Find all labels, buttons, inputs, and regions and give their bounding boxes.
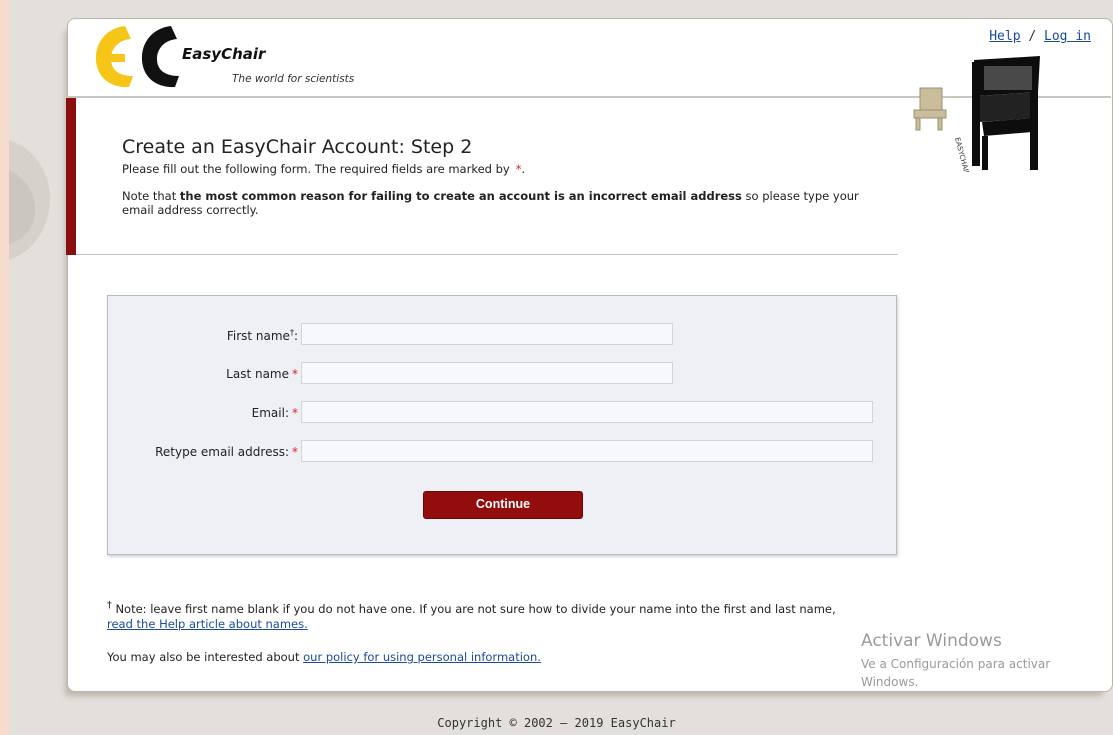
email-warning: Note that the most common reason for fai… <box>122 189 882 217</box>
first-name-label-text: First name <box>226 329 290 343</box>
registration-form: First name†: Last name * Email: * Retype e… <box>107 295 897 555</box>
warning-prefix: Note that <box>122 189 180 203</box>
intro-divider <box>76 254 898 255</box>
first-name-footnote: † Note: leave first name blank if you do… <box>107 598 1007 632</box>
retype-email-label-text: Retype email address: <box>155 445 289 459</box>
intro-text: Please fill out the following form. The … <box>122 162 882 230</box>
required-note-text: Please fill out the following form. The … <box>122 162 510 176</box>
copyright: Copyright © 2002 – 2019 EasyChair <box>437 716 676 730</box>
last-name-input[interactable] <box>301 362 673 384</box>
warning-bold: the most common reason for failing to cr… <box>179 189 742 203</box>
watermark-subtitle: Ve a Configuración para activar Windows. <box>861 657 1051 689</box>
logo-name: EasyChair <box>182 45 266 63</box>
email-required-star: * <box>292 406 298 420</box>
nav-separator: / <box>1028 29 1037 44</box>
last-name-label: Last name * <box>108 367 298 381</box>
email-input[interactable] <box>301 401 873 423</box>
section-accent-bar <box>66 98 76 255</box>
policy-prefix: You may also be interested about <box>107 650 304 664</box>
help-names-link[interactable]: read the Help article about names. <box>107 617 308 631</box>
logo-tagline: The world for scientists <box>232 73 355 85</box>
email-label: Email: * <box>108 406 298 420</box>
last-name-required-star: * <box>292 367 298 381</box>
first-name-label: First name†: <box>108 328 298 343</box>
svg-text:EASYCHAIR: EASYCHAIR <box>953 137 971 172</box>
email-label-text: Email: <box>251 406 289 420</box>
continue-button[interactable]: Continue <box>423 491 583 519</box>
watermark-title: Activar Windows <box>861 631 1002 651</box>
last-name-label-text: Last name <box>226 367 289 381</box>
windows-activation-watermark: Activar Windows Ve a Configuración para … <box>861 631 1101 691</box>
retype-email-input[interactable] <box>301 440 873 462</box>
page-title: Create an EasyChair Account: Step 2 <box>122 135 473 158</box>
chair-illustration: EASYCHAIR <box>913 56 1040 172</box>
retype-email-required-star: * <box>292 445 298 459</box>
top-nav: Help / Log in <box>989 29 1091 44</box>
background-decoration <box>9 140 50 260</box>
first-name-input[interactable] <box>301 323 673 345</box>
footnote-text: Note: leave first name blank if you do n… <box>111 601 836 616</box>
first-name-colon: : <box>293 329 298 343</box>
retype-email-label: Retype email address: * <box>108 445 298 459</box>
required-note-end: . <box>521 162 526 176</box>
policy-note: You may also be interested about our pol… <box>107 650 541 664</box>
help-link[interactable]: Help <box>989 29 1020 44</box>
login-link[interactable]: Log in <box>1044 29 1091 44</box>
required-note: Please fill out the following form. The … <box>122 162 882 176</box>
policy-link[interactable]: our policy for using personal informatio… <box>303 650 541 664</box>
